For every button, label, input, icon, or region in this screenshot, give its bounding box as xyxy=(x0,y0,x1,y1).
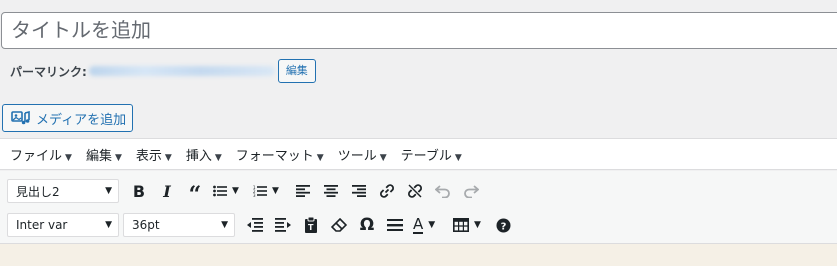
permalink-edit-button[interactable]: 編集 xyxy=(277,59,316,83)
bold-icon[interactable]: B xyxy=(125,177,153,205)
permalink-row: パーマリンク: 編集 xyxy=(10,58,316,84)
menu-tools[interactable]: ツール ▼ xyxy=(338,145,387,164)
unlink-icon[interactable] xyxy=(401,177,429,205)
editor-toolbar: 見出し2 ▼ B I “ ▼ 123 ▼ Inter var ▼ 36pt ▼ … xyxy=(0,171,837,243)
font-size-select[interactable]: 36pt ▼ xyxy=(123,213,235,237)
redo-icon[interactable] xyxy=(457,177,485,205)
chevron-down-icon: ▼ xyxy=(428,220,436,230)
svg-text:3: 3 xyxy=(253,193,256,197)
menu-edit[interactable]: 編集 ▼ xyxy=(86,145,122,164)
chevron-down-icon: ▼ xyxy=(272,186,279,196)
menu-table[interactable]: テーブル ▼ xyxy=(401,145,462,164)
text-color-icon[interactable]: A ▼ xyxy=(409,211,449,239)
align-center-icon[interactable] xyxy=(317,177,345,205)
horizontal-line-icon[interactable] xyxy=(381,211,409,239)
chevron-down-icon: ▼ xyxy=(114,152,122,163)
chevron-down-icon: ▼ xyxy=(105,186,112,196)
chevron-down-icon: ▼ xyxy=(232,186,239,196)
indent-icon[interactable] xyxy=(269,211,297,239)
editor-menubar: ファイル ▼ 編集 ▼ 表示 ▼ 挿入 ▼ フォーマット ▼ ツール ▼ テーブル ▼ xyxy=(0,138,837,170)
special-character-icon[interactable]: Ω xyxy=(353,211,381,239)
svg-text:T: T xyxy=(308,223,314,232)
chevron-down-icon: ▼ xyxy=(379,152,387,163)
permalink-label: パーマリンク: xyxy=(10,64,87,79)
bullet-list-icon[interactable]: ▼ xyxy=(209,177,249,205)
chevron-down-icon: ▼ xyxy=(105,220,112,230)
paste-text-icon[interactable]: T xyxy=(297,211,325,239)
media-icon xyxy=(11,110,31,126)
menu-view[interactable]: 表示 ▼ xyxy=(136,145,172,164)
chevron-down-icon: ▼ xyxy=(474,220,481,230)
help-icon[interactable]: ? xyxy=(489,211,517,239)
menu-file[interactable]: ファイル ▼ xyxy=(10,145,72,164)
toolbar-row-2: Inter var ▼ 36pt ▼ T Ω A ▼ ▼ ? xyxy=(0,207,837,243)
italic-icon[interactable]: I xyxy=(153,177,181,205)
add-media-button[interactable]: メディアを追加 xyxy=(2,104,133,132)
blockquote-icon[interactable]: “ xyxy=(181,177,209,208)
menu-insert[interactable]: 挿入 ▼ xyxy=(186,145,222,164)
post-title-placeholder: タイトルを追加 xyxy=(11,18,151,42)
editor-content-area[interactable] xyxy=(0,243,837,266)
align-left-icon[interactable] xyxy=(289,177,317,205)
add-media-label: メディアを追加 xyxy=(36,112,127,128)
outdent-icon[interactable] xyxy=(241,211,269,239)
chevron-down-icon: ▼ xyxy=(454,152,462,163)
numbered-list-icon[interactable]: 123 ▼ xyxy=(249,177,289,205)
align-right-icon[interactable] xyxy=(345,177,373,205)
link-icon[interactable] xyxy=(373,177,401,205)
format-select[interactable]: 見出し2 ▼ xyxy=(7,179,119,203)
table-icon[interactable]: ▼ xyxy=(449,211,489,239)
chevron-down-icon: ▼ xyxy=(214,152,222,163)
svg-text:?: ? xyxy=(500,221,506,232)
post-title-input[interactable]: タイトルを追加 xyxy=(1,12,837,49)
menu-format[interactable]: フォーマット ▼ xyxy=(236,145,324,164)
chevron-down-icon: ▼ xyxy=(221,220,228,230)
toolbar-row-1: 見出し2 ▼ B I “ ▼ 123 ▼ xyxy=(0,173,837,209)
font-family-select[interactable]: Inter var ▼ xyxy=(7,213,119,237)
undo-icon[interactable] xyxy=(429,177,457,205)
permalink-url-blurred[interactable] xyxy=(88,66,275,76)
chevron-down-icon: ▼ xyxy=(316,152,324,163)
clear-formatting-icon[interactable] xyxy=(325,211,353,239)
chevron-down-icon: ▼ xyxy=(65,152,72,163)
chevron-down-icon: ▼ xyxy=(164,152,172,163)
